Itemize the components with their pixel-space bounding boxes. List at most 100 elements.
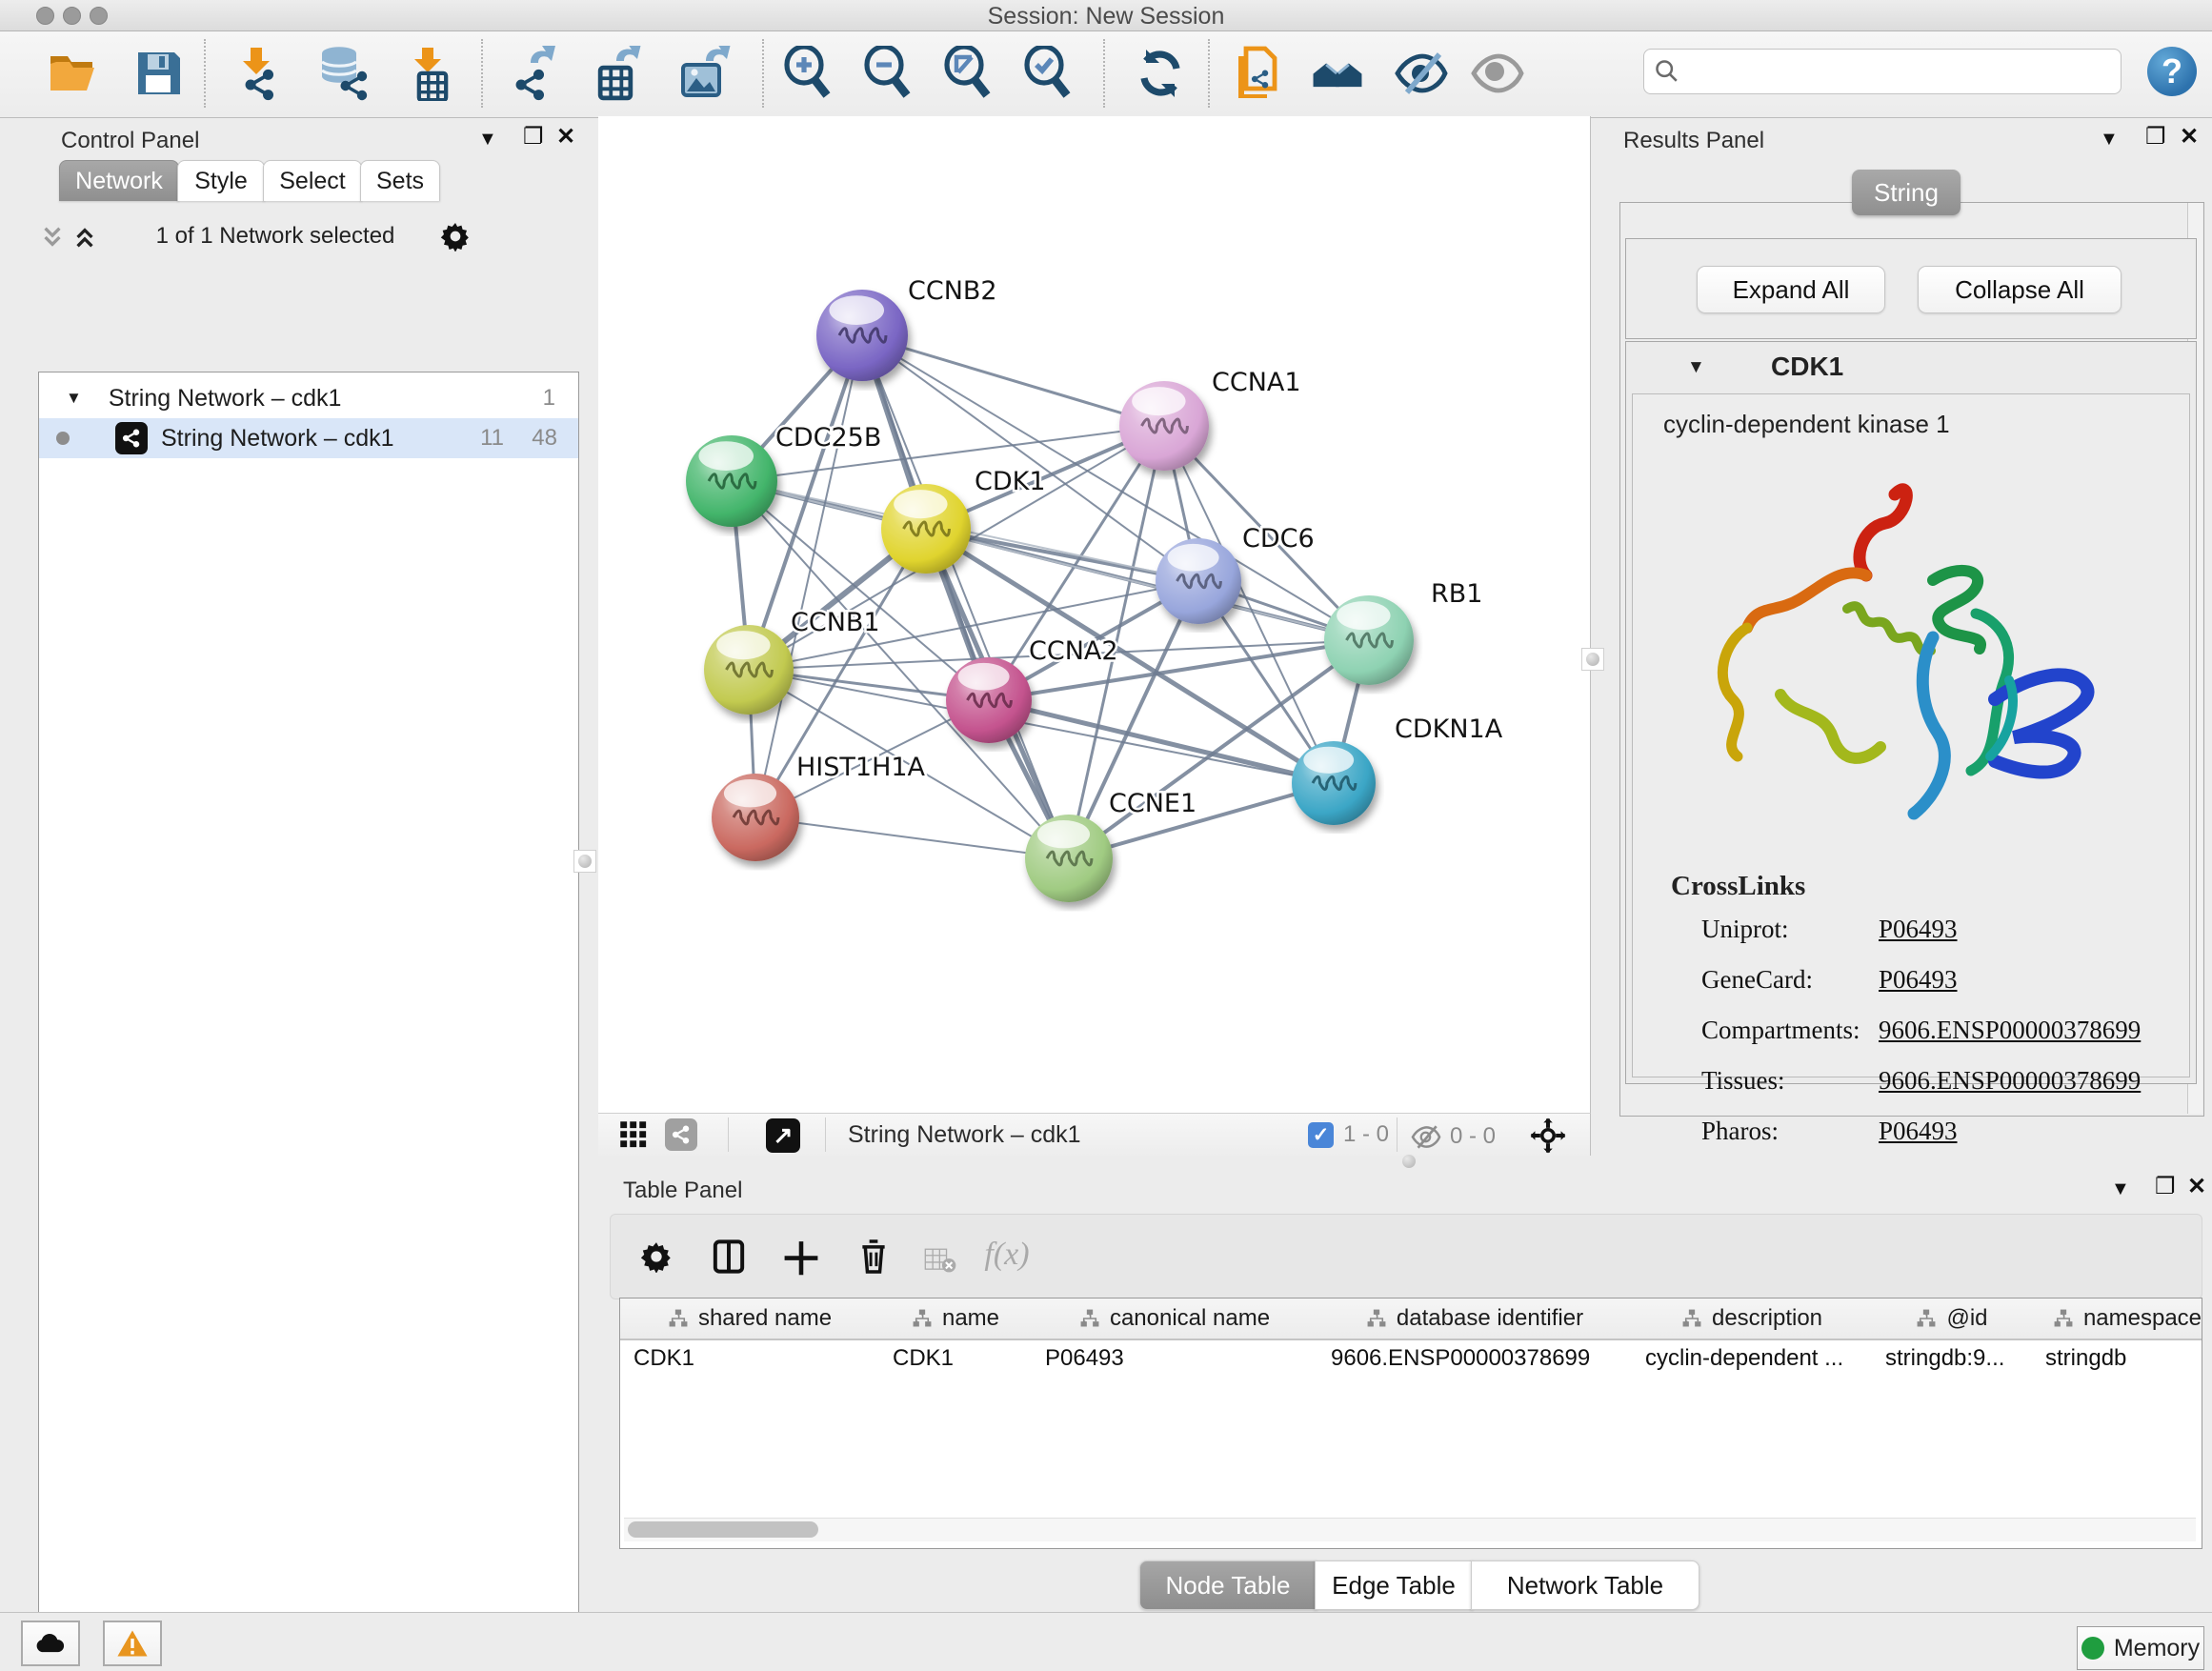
- export-image-button[interactable]: [674, 45, 732, 102]
- tab-edge-table[interactable]: Edge Table: [1315, 1560, 1473, 1610]
- control-panel-float-icon[interactable]: ▼: [478, 130, 497, 149]
- node-HIST1H1A[interactable]: [712, 774, 799, 861]
- tab-select[interactable]: Select: [263, 160, 362, 201]
- network-collection-row[interactable]: ▼ String Network – cdk1 1: [39, 378, 578, 418]
- warnings-button[interactable]: [103, 1621, 162, 1666]
- tab-network[interactable]: Network: [59, 160, 179, 201]
- node-CDKN1A[interactable]: [1292, 741, 1376, 825]
- tab-node-table[interactable]: Node Table: [1139, 1560, 1317, 1610]
- cell-shared-name[interactable]: CDK1: [620, 1340, 879, 1377]
- node-RB1[interactable]: [1324, 595, 1414, 685]
- cell-name[interactable]: CDK1: [879, 1340, 1032, 1377]
- bottom-splitter-handle[interactable]: [1398, 1155, 1419, 1168]
- column-header-namespace[interactable]: namespace: [2032, 1299, 2202, 1340]
- tab-network-table[interactable]: Network Table: [1471, 1560, 1699, 1610]
- collection-count: 1: [543, 385, 555, 412]
- node-CCNA2[interactable]: [946, 657, 1032, 743]
- crosslink-genecard-link[interactable]: P06493: [1879, 965, 1958, 995]
- cell-description[interactable]: cyclin-dependent ...: [1632, 1340, 1872, 1377]
- hide-selected-button[interactable]: [1393, 45, 1450, 102]
- create-column-button[interactable]: ＋: [774, 1230, 828, 1283]
- clone-network-button[interactable]: [1229, 45, 1286, 102]
- crosslink-compartments-link[interactable]: 9606.ENSP00000378699: [1879, 1016, 2141, 1045]
- import-network-file-button[interactable]: [229, 45, 286, 102]
- collapse-all-button[interactable]: Collapse All: [1918, 266, 2122, 313]
- save-session-button[interactable]: [130, 45, 187, 102]
- zoom-out-button[interactable]: [859, 45, 916, 102]
- crosslink-uniprot-link[interactable]: P06493: [1879, 915, 1958, 944]
- show-all-button[interactable]: [1469, 45, 1526, 102]
- help-button[interactable]: ?: [2147, 47, 2197, 96]
- open-in-new-window-button[interactable]: ↗: [766, 1118, 800, 1153]
- expand-all-button[interactable]: Expand All: [1697, 266, 1885, 313]
- zoom-selected-button[interactable]: [1019, 45, 1076, 102]
- tab-sets[interactable]: Sets: [360, 160, 440, 201]
- results-panel-float-icon[interactable]: ▼: [2100, 130, 2119, 149]
- tab-style[interactable]: Style: [177, 160, 265, 201]
- memory-button[interactable]: Memory: [2077, 1626, 2204, 1670]
- network-overview-button[interactable]: [665, 1118, 697, 1151]
- left-splitter-handle[interactable]: [573, 850, 596, 873]
- cell-id[interactable]: stringdb:9...: [1872, 1340, 2032, 1377]
- node-CDC25B[interactable]: [686, 435, 777, 527]
- cell-database-identifier[interactable]: 9606.ENSP00000378699: [1317, 1340, 1632, 1377]
- expand-all-chevron-icon[interactable]: [72, 225, 97, 250]
- collection-expand-arrow-icon[interactable]: ▼: [66, 389, 82, 408]
- edge-CCNB2-HIST1H1A[interactable]: [755, 335, 862, 817]
- export-table-button[interactable]: [589, 45, 646, 102]
- hidden-nodes-indicator[interactable]: 0 - 0: [1410, 1123, 1496, 1150]
- column-header-canonical-name[interactable]: canonical name: [1032, 1299, 1318, 1340]
- first-neighbors-button[interactable]: [1309, 45, 1366, 102]
- import-network-database-button[interactable]: [314, 45, 372, 102]
- cell-namespace[interactable]: stringdb: [2032, 1340, 2202, 1377]
- node-CCNA1[interactable]: [1119, 381, 1209, 471]
- zoom-in-button[interactable]: [779, 45, 836, 102]
- network-view-title: String Network – cdk1: [848, 1121, 1081, 1149]
- zoom-fit-button[interactable]: [939, 45, 996, 102]
- results-panel-maximize-icon[interactable]: ❐: [2145, 126, 2166, 149]
- crosslink-tissues-link[interactable]: 9606.ENSP00000378699: [1879, 1066, 2141, 1096]
- network-view-canvas[interactable]: CCNB2CCNA1CDC25BCDK1CDC6RB1CCNB1CCNA2CDK…: [598, 116, 1591, 1113]
- table-settings-button[interactable]: [630, 1230, 683, 1283]
- import-table-file-button[interactable]: [400, 45, 457, 102]
- table-panel-maximize-icon[interactable]: ❐: [2155, 1176, 2176, 1198]
- fit-selected-button[interactable]: [1530, 1117, 1566, 1154]
- node-CCNE1[interactable]: [1025, 815, 1113, 902]
- column-header-description[interactable]: description: [1632, 1299, 1873, 1340]
- node-CCNB1[interactable]: [704, 625, 794, 715]
- edge-CCNE1-HIST1H1A[interactable]: [755, 817, 1069, 858]
- control-panel-close-icon[interactable]: ✕: [556, 126, 575, 149]
- edge-CCNB2-CCNA1[interactable]: [862, 335, 1164, 426]
- open-session-button[interactable]: [46, 45, 103, 102]
- column-header-id[interactable]: @id: [1872, 1299, 2033, 1340]
- gene-collapse-arrow-icon[interactable]: ▼: [1687, 357, 1705, 378]
- collapse-all-chevron-icon[interactable]: [40, 225, 65, 250]
- control-panel-maximize-icon[interactable]: ❐: [523, 126, 544, 149]
- table-horizontal-scrollbar[interactable]: [624, 1518, 2196, 1541]
- delete-column-button[interactable]: [847, 1230, 900, 1283]
- export-network-button[interactable]: [503, 45, 560, 102]
- search-input[interactable]: [1688, 53, 2111, 88]
- tab-string[interactable]: String: [1852, 170, 1961, 215]
- table-panel-float-icon[interactable]: ▼: [2111, 1179, 2130, 1198]
- column-header-name[interactable]: name: [879, 1299, 1033, 1340]
- column-header-database-identifier[interactable]: database identifier: [1317, 1299, 1633, 1340]
- cloud-status-button[interactable]: [21, 1621, 80, 1666]
- show-columns-button[interactable]: [702, 1230, 755, 1283]
- selected-nodes-indicator[interactable]: ✓ 1 - 0: [1308, 1121, 1389, 1148]
- node-CDC6[interactable]: [1156, 538, 1241, 624]
- scrollbar-thumb[interactable]: [628, 1521, 818, 1538]
- crosslink-pharos-link[interactable]: P06493: [1879, 1117, 1958, 1146]
- table-panel-close-icon[interactable]: ✕: [2187, 1176, 2206, 1198]
- edge-CCNA2-CDKN1A[interactable]: [989, 700, 1334, 783]
- cell-canonical-name[interactable]: P06493: [1032, 1340, 1317, 1377]
- network-row[interactable]: String Network – cdk1 11 48: [39, 418, 578, 458]
- grid-view-button[interactable]: [619, 1120, 648, 1149]
- node-CDK1[interactable]: [881, 484, 971, 574]
- results-panel-close-icon[interactable]: ✕: [2180, 126, 2199, 149]
- network-options-gear-icon[interactable]: [440, 221, 471, 252]
- column-header-shared-name[interactable]: shared name: [620, 1299, 880, 1340]
- column-type-icon: [668, 1308, 689, 1329]
- refresh-button[interactable]: [1132, 45, 1189, 102]
- node-CCNB2[interactable]: [816, 290, 908, 381]
